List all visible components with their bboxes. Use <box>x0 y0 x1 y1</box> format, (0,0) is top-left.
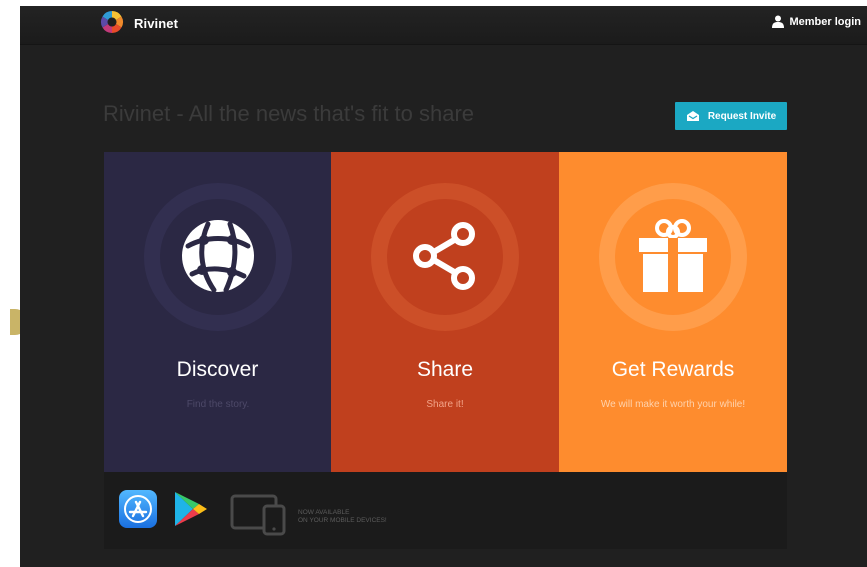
tile-subtitle: Share it! <box>426 399 464 410</box>
member-login-label: Member login <box>789 15 861 28</box>
tile-subtitle: We will make it worth your while! <box>600 399 746 410</box>
tile-title: Discover <box>176 358 259 381</box>
gift-icon <box>639 219 707 292</box>
page: Rivinet Member login Rivinet - All the n… <box>20 6 867 567</box>
member-login-link[interactable]: Member login <box>772 15 861 28</box>
google-play-icon[interactable] <box>171 490 209 528</box>
tile-title: Get Rewards <box>611 358 735 381</box>
availability-text: NOW AVAILABLE ON YOUR MOBILE DEVICES! <box>298 509 387 525</box>
tile-title: Share <box>416 358 474 381</box>
tile-get-rewards[interactable]: Get Rewards We will make it worth your w… <box>559 152 787 472</box>
share-icon <box>413 222 475 290</box>
tile-discover[interactable]: Discover Find the story. <box>104 152 331 472</box>
tile-share[interactable]: Share Share it! <box>331 152 559 472</box>
mobile-apps-footer: NOW AVAILABLE ON YOUR MOBILE DEVICES! <box>104 472 787 549</box>
availability-line-1: NOW AVAILABLE <box>298 509 350 516</box>
envelope-icon <box>686 111 699 121</box>
mobile-devices-icon <box>230 494 286 536</box>
page-tagline: Rivinet - All the news that's fit to sha… <box>103 101 475 126</box>
request-invite-label: Request Invite <box>707 110 777 122</box>
globe-network-icon <box>182 220 254 293</box>
brand-name[interactable]: Rivinet <box>134 16 178 31</box>
user-icon <box>772 15 785 28</box>
request-invite-button[interactable]: Request Invite <box>675 102 787 130</box>
rivinet-logo-icon[interactable] <box>100 10 124 34</box>
top-navbar: Rivinet Member login <box>20 6 867 45</box>
availability-line-2: ON YOUR MOBILE DEVICES! <box>298 517 387 524</box>
app-store-icon[interactable] <box>119 490 157 528</box>
feature-tiles: Discover Find the story. Share Share it! <box>104 152 787 472</box>
tile-subtitle: Find the story. <box>186 399 250 410</box>
